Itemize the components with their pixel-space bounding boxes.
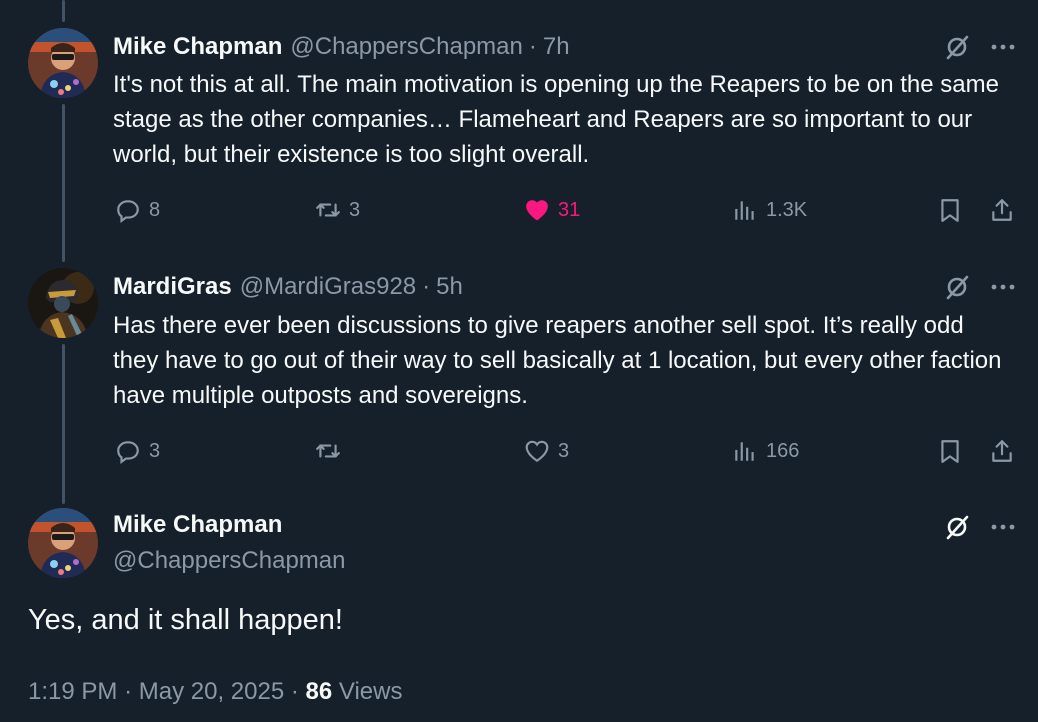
share-button[interactable] (989, 190, 1015, 230)
views-count: 1.3K (766, 198, 808, 221)
tweet-date[interactable]: May 20, 2025 (139, 678, 284, 705)
like-button[interactable]: 3 (524, 431, 569, 471)
more-icon[interactable] (986, 270, 1020, 304)
grok-icon[interactable] (940, 270, 974, 304)
grok-icon[interactable] (940, 30, 974, 64)
reply-icon (117, 441, 139, 464)
reply-icon (117, 200, 139, 223)
tweet-time[interactable]: 7h (543, 33, 570, 61)
like-count: 31 (558, 198, 581, 221)
repost-button[interactable]: 3 (315, 190, 360, 230)
thread-line-top (62, 0, 65, 22)
reply-button[interactable]: 8 (115, 190, 160, 230)
views-icon (735, 201, 754, 220)
repost-icon (316, 203, 340, 217)
avatar[interactable] (28, 28, 98, 98)
reply-count: 8 (149, 198, 161, 221)
tweet-text: Has there ever been discussions to give … (113, 312, 1002, 409)
thread-line-2 (62, 344, 65, 504)
views-button[interactable]: 166 (732, 431, 799, 471)
tweet-thread: Mike Chapman @ChappersChapman · 7h It's … (0, 0, 1038, 722)
bookmark-button[interactable] (937, 431, 963, 471)
tweet-header: Mike Chapman @ChappersChapman · 7h (113, 32, 570, 62)
avatar[interactable] (28, 508, 98, 578)
separator-dot: · (124, 678, 139, 705)
author-handle[interactable]: @ChappersChapman (113, 547, 346, 575)
tweet-header: MardiGras @MardiGras928 · 5h (113, 272, 463, 302)
tweet-text: It's not this at all. The main motivatio… (113, 71, 999, 168)
tweet-actions: 3 3 166 (113, 431, 1023, 471)
repost-count: 3 (349, 198, 361, 221)
tweet-timestamp[interactable]: 1:19 PM (28, 678, 117, 705)
bookmark-icon (941, 199, 959, 222)
views-button[interactable]: 1.3K (732, 190, 807, 230)
like-icon (526, 200, 548, 221)
like-count: 3 (558, 439, 570, 462)
separator-dot: · (422, 273, 431, 300)
bookmark-icon (941, 440, 959, 463)
grok-icon[interactable] (940, 510, 974, 544)
avatar[interactable] (28, 268, 98, 338)
author-name[interactable]: Mike Chapman (113, 33, 282, 61)
reply-count: 3 (149, 439, 161, 462)
more-icon[interactable] (986, 510, 1020, 544)
bookmark-button[interactable] (937, 190, 963, 230)
like-icon (525, 440, 549, 463)
views-count: 166 (766, 439, 800, 462)
repost-button[interactable] (315, 431, 349, 471)
author-handle[interactable]: @ChappersChapman (290, 33, 523, 61)
share-button[interactable] (989, 431, 1015, 471)
thread-line-1 (62, 104, 65, 262)
author-handle[interactable]: @MardiGras928 (240, 273, 416, 301)
like-button[interactable]: 31 (524, 190, 580, 230)
views-total: 86 (305, 678, 333, 705)
tweet-actions: 8 3 31 1.3K (113, 190, 1023, 230)
author-name[interactable]: MardiGras (113, 273, 232, 301)
views-icon (735, 442, 754, 461)
tweet-meta: 1:19 PM · May 20, 2025 · 86 Views (28, 678, 402, 706)
views-label: Views (338, 678, 403, 705)
tweet-time[interactable]: 5h (436, 273, 463, 301)
separator-dot: · (528, 33, 537, 60)
share-icon (992, 440, 1012, 462)
reply-button[interactable]: 3 (115, 431, 160, 471)
main-tweet-text: Yes, and it shall happen! (28, 604, 343, 636)
more-icon[interactable] (986, 30, 1020, 64)
share-icon (992, 199, 1012, 221)
separator-dot: · (290, 678, 306, 705)
repost-icon (316, 444, 340, 458)
author-name[interactable]: Mike Chapman (113, 511, 282, 539)
